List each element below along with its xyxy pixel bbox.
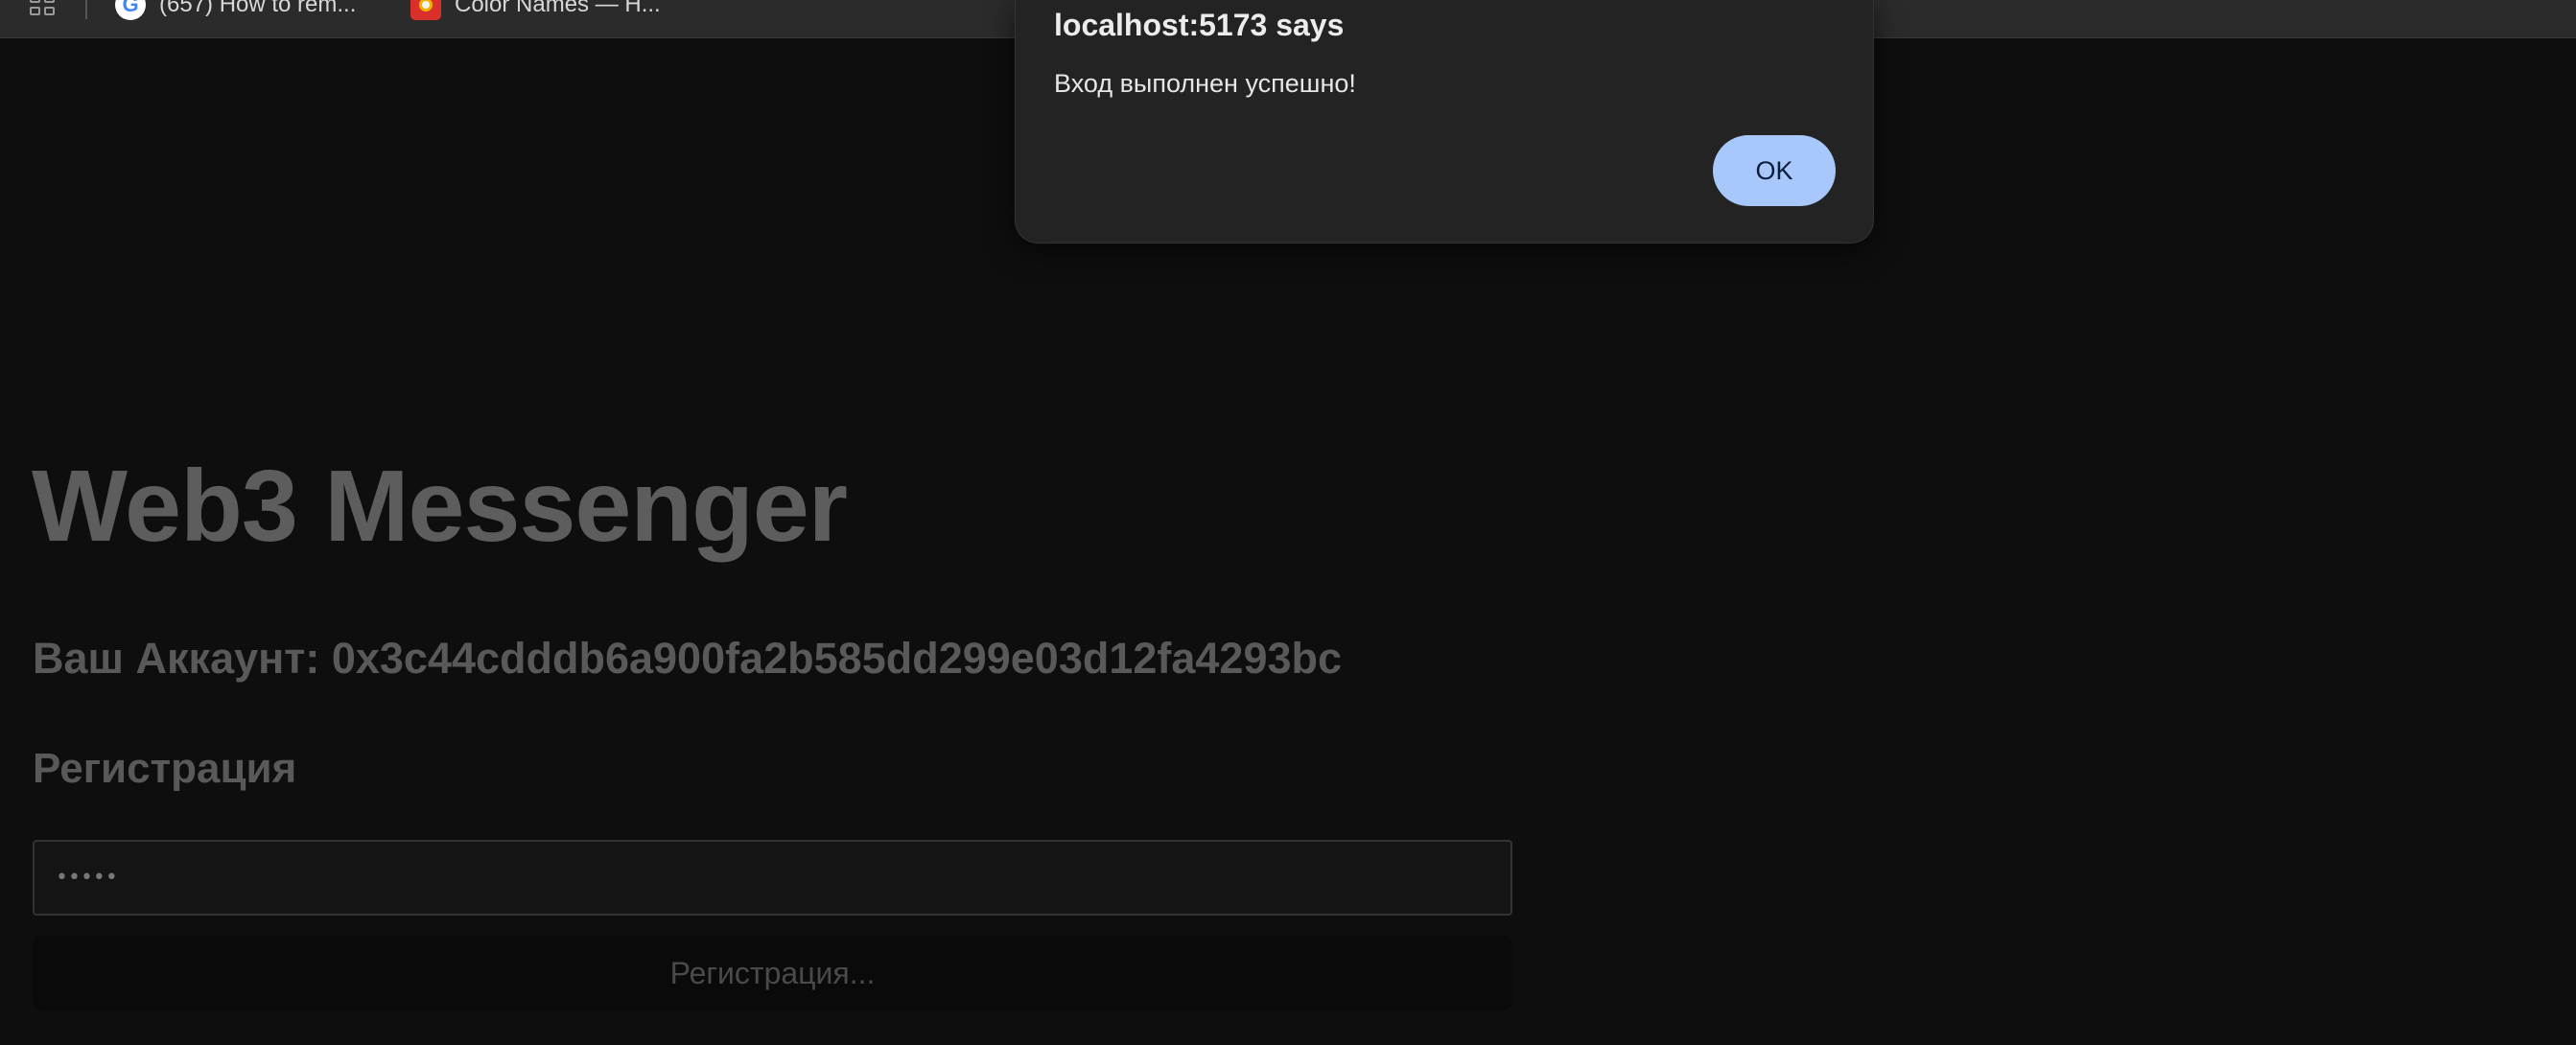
- apps-grid-icon[interactable]: [30, 0, 57, 15]
- alert-dialog: localhost:5173 says Вход выполнен успешн…: [1015, 0, 1874, 244]
- color-names-favicon-icon: [410, 0, 441, 20]
- google-favicon-icon: G: [115, 0, 146, 20]
- bookmarks-divider: [85, 0, 87, 19]
- bookmark-label: Color Names — H...: [455, 0, 661, 17]
- account-address: Ваш Аккаунт: 0x3c44cdddb6a900fa2b585dd29…: [33, 634, 1343, 683]
- bookmark-youtube-video[interactable]: G (657) How to rem...: [115, 0, 357, 20]
- alert-title: localhost:5173 says: [1054, 8, 1345, 42]
- password-input[interactable]: [33, 840, 1512, 916]
- ok-button[interactable]: OK: [1713, 135, 1836, 206]
- page-title: Web3 Messenger: [32, 450, 848, 563]
- bookmark-label: (657) How to rem...: [159, 0, 357, 17]
- alert-message: Вход выполнен успешно!: [1054, 69, 1356, 98]
- register-button[interactable]: Регистрация...: [33, 936, 1512, 1010]
- bookmark-color-names[interactable]: Color Names — H...: [410, 0, 661, 20]
- registration-heading: Регистрация: [33, 745, 297, 792]
